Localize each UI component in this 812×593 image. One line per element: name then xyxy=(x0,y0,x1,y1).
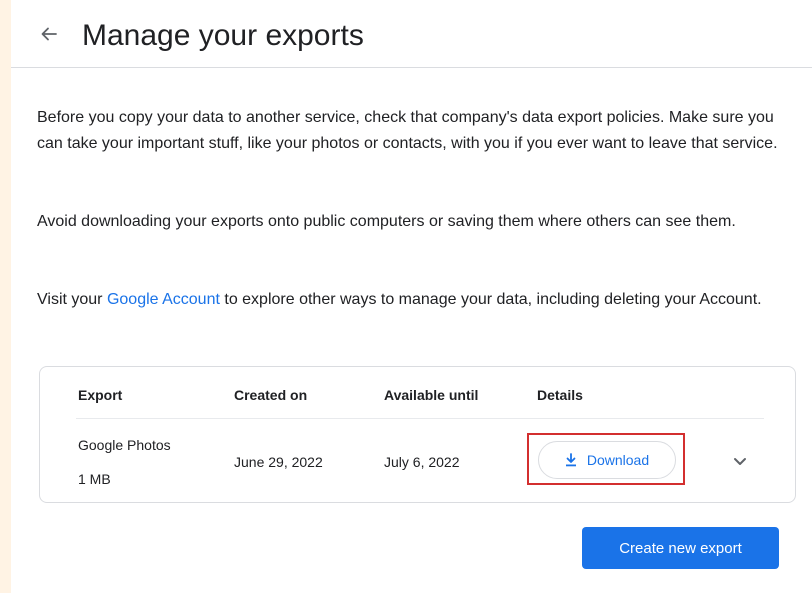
back-button[interactable] xyxy=(33,18,65,50)
created-on-value: June 29, 2022 xyxy=(234,454,323,470)
download-button[interactable]: Download xyxy=(538,441,676,479)
intro-paragraph-public-computers: Avoid downloading your exports onto publ… xyxy=(37,213,736,230)
page-title: Manage your exports xyxy=(82,19,364,52)
chevron-down-icon xyxy=(734,457,746,465)
download-label: Download xyxy=(586,452,650,468)
create-new-export-button[interactable]: Create new export xyxy=(582,527,779,569)
available-until-value: July 6, 2022 xyxy=(384,454,460,470)
download-icon xyxy=(565,453,576,467)
header-divider xyxy=(76,418,764,419)
page-header: Manage your exports xyxy=(11,0,812,68)
intro-paragraph-policies: Before you copy your data to another ser… xyxy=(37,109,778,152)
export-size: 1 MB xyxy=(78,471,111,487)
export-name: Google Photos xyxy=(78,437,171,453)
column-header-available-until: Available until xyxy=(384,387,479,403)
account-text-before: Visit your xyxy=(37,291,107,308)
column-header-created-on: Created on xyxy=(234,387,308,403)
exports-table: Export Created on Available until Detail… xyxy=(39,366,796,503)
account-text-after: to explore other ways to manage your dat… xyxy=(219,291,762,308)
google-account-link[interactable]: Google Account xyxy=(107,291,220,308)
column-header-details: Details xyxy=(537,387,583,403)
intro-paragraph-account: Visit your Google Account to explore oth… xyxy=(37,287,787,313)
column-header-export: Export xyxy=(78,387,123,403)
expand-row-button[interactable] xyxy=(728,449,752,473)
arrow-left-icon xyxy=(41,27,57,41)
exports-panel: Manage your exports Before you copy your… xyxy=(11,0,812,593)
